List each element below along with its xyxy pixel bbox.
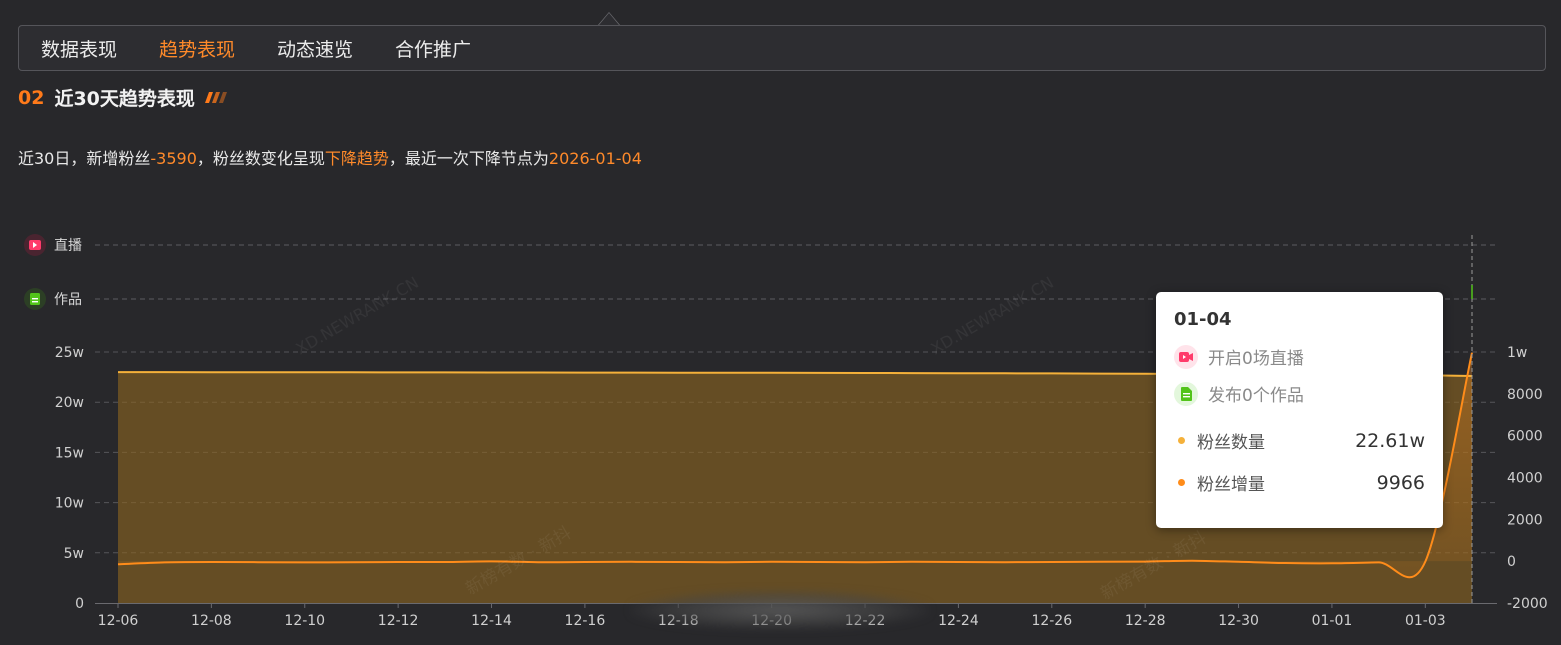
blurred-region — [630, 590, 930, 630]
watermark-text: XD.NEWRANK.CN — [293, 273, 422, 359]
tooltip-fans-label: 粉丝数量 — [1197, 433, 1265, 453]
x-tick-label: 12-26 — [1031, 613, 1072, 629]
chart-tooltip: 01-04 开启0场直播 发布0个作品 粉丝数量 22.61w 粉丝增量 996… — [1156, 292, 1443, 528]
tooltip-gain-label: 粉丝增量 — [1197, 475, 1265, 495]
x-tick-label: 12-12 — [378, 613, 419, 629]
y-right-tick-label: 4000 — [1507, 471, 1543, 487]
x-tick-label: 12-06 — [98, 613, 139, 629]
fans-dot-icon — [1178, 437, 1185, 444]
x-tick-label: 01-01 — [1312, 613, 1353, 629]
y-right-tick-label: 2000 — [1507, 512, 1543, 528]
tooltip-live-row: 开启0场直播 — [1174, 344, 1304, 369]
works-row-icon-line — [32, 298, 38, 300]
y-right-tick-label: 6000 — [1507, 429, 1543, 445]
y-left-tick-label: 15w — [55, 445, 84, 461]
tooltip-live-text: 开启0场直播 — [1208, 349, 1304, 369]
y-left-tick-label: 20w — [55, 395, 84, 411]
x-tick-label: 01-03 — [1405, 613, 1446, 629]
x-tick-label: 12-14 — [471, 613, 512, 629]
y-left-tick-label: 5w — [64, 546, 84, 562]
tooltip-date: 01-04 — [1174, 309, 1232, 330]
x-tick-label: 12-16 — [565, 613, 606, 629]
y-right-tick-label: 8000 — [1507, 387, 1543, 403]
live-video-icon — [1174, 344, 1198, 369]
y-right-tick-label: -2000 — [1507, 596, 1548, 612]
y-right-tick-label: 0 — [1507, 554, 1516, 570]
x-tick-label: 12-10 — [284, 613, 325, 629]
watermark-text: XD.NEWRANK.CN — [928, 273, 1057, 359]
x-tick-label: 12-28 — [1125, 613, 1166, 629]
tooltip-fans-value: 22.61w — [1355, 429, 1425, 452]
tooltip-works-text: 发布0个作品 — [1208, 386, 1304, 406]
works-row-icon-line — [32, 301, 38, 303]
works-document-icon — [1174, 381, 1198, 406]
event-row-label: 作品 — [54, 292, 82, 308]
tooltip-gain-row: 粉丝增量 9966 — [1174, 470, 1425, 495]
tooltip-gain-value: 9966 — [1376, 471, 1425, 494]
tooltip-works-row: 发布0个作品 — [1174, 381, 1304, 406]
y-left-tick-label: 25w — [55, 345, 84, 361]
x-tick-label: 12-30 — [1218, 613, 1259, 629]
event-row-label: 直播 — [54, 237, 82, 254]
y-right-tick-label: 1w — [1507, 345, 1527, 361]
x-tick-label: 12-24 — [938, 613, 979, 629]
tooltip-fans-row: 粉丝数量 22.61w — [1174, 428, 1425, 453]
gain-dot-icon — [1178, 479, 1185, 486]
y-left-tick-label: 0 — [75, 596, 84, 612]
y-left-tick-label: 10w — [55, 496, 84, 512]
x-tick-label: 12-08 — [191, 613, 232, 629]
